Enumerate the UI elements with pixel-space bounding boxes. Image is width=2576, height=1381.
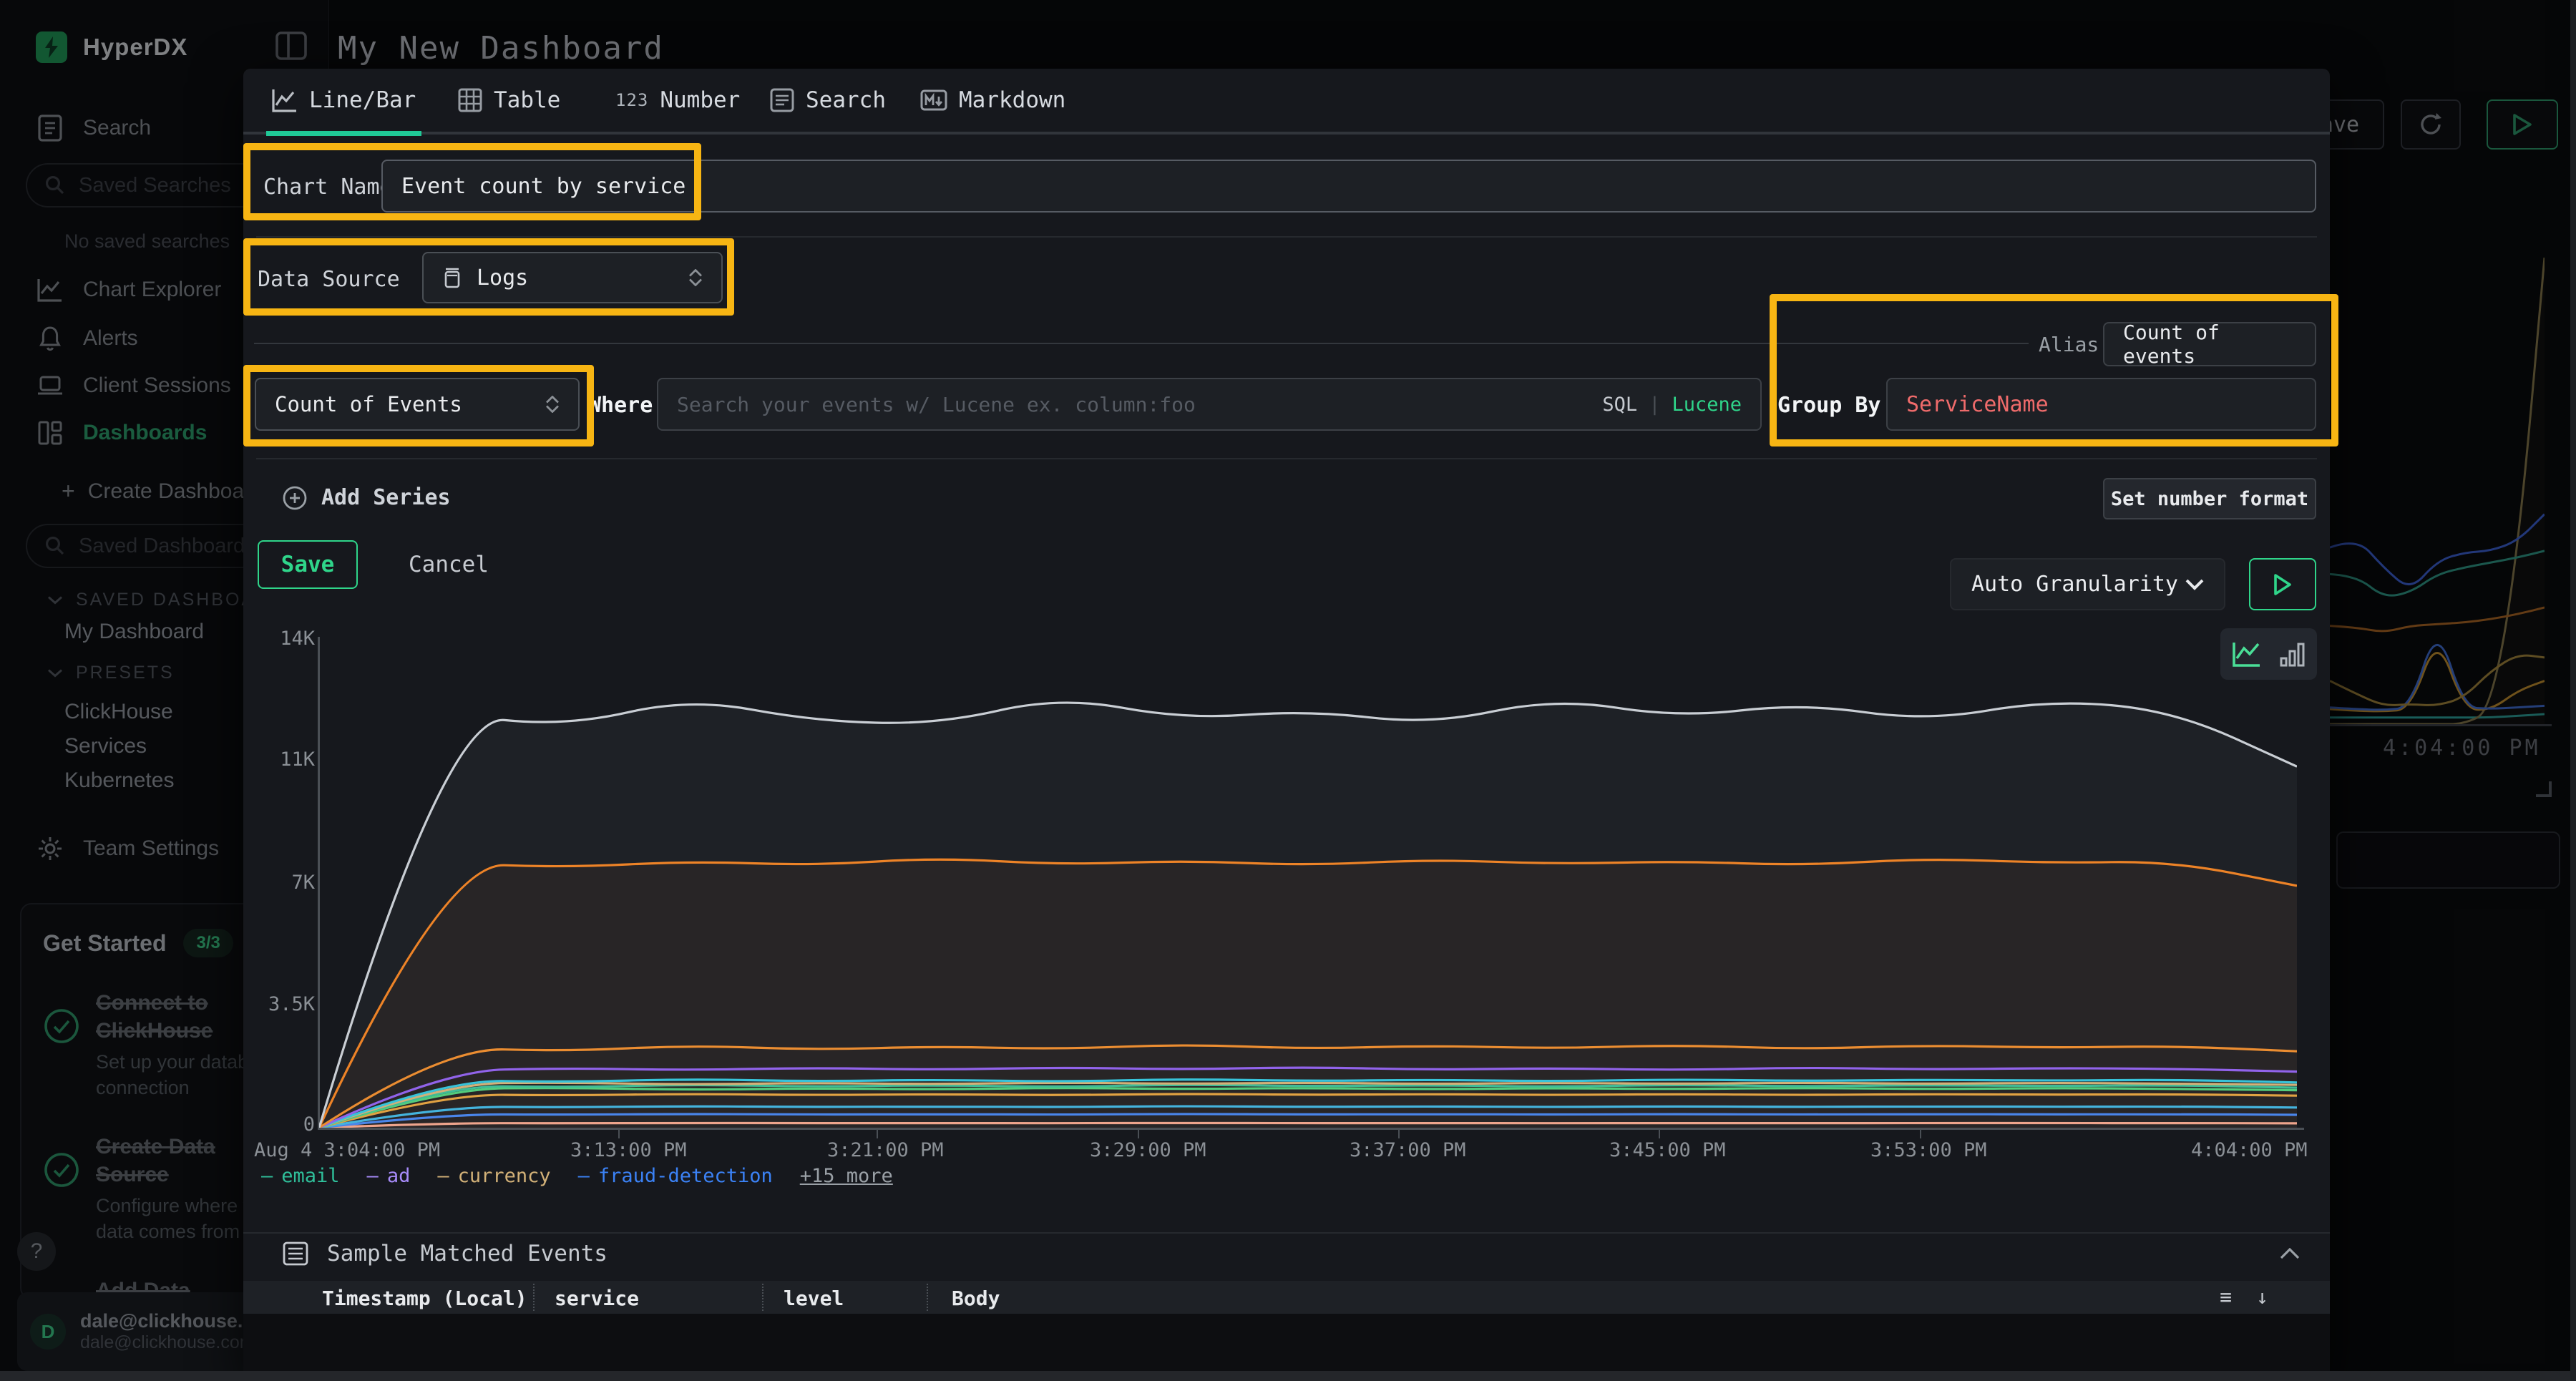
x-tick xyxy=(1398,1130,1400,1138)
cancel-button[interactable]: Cancel xyxy=(402,540,495,589)
x-tick xyxy=(877,1130,878,1138)
y-tick-label: 3.5K xyxy=(250,993,315,1015)
where-placeholder: Search your events w/ Lucene ex. column:… xyxy=(677,393,1196,416)
where-label: Where xyxy=(588,393,653,418)
legend-dash: — xyxy=(578,1165,590,1187)
y-tick-label: 7K xyxy=(250,872,315,894)
list-doc-icon xyxy=(770,88,794,112)
column-separator[interactable] xyxy=(533,1284,535,1311)
legend-item[interactable]: — email xyxy=(261,1165,340,1187)
markdown-icon xyxy=(920,89,947,111)
column-header[interactable]: Body xyxy=(952,1287,1000,1310)
x-tick-label: 3:29:00 PM xyxy=(1090,1139,1206,1161)
bar-chart-icon xyxy=(2278,640,2307,668)
x-tick-label: 3:13:00 PM xyxy=(570,1139,687,1161)
legend-dash: — xyxy=(367,1165,379,1187)
line-chart-icon xyxy=(272,88,298,112)
divider xyxy=(256,236,2317,238)
x-tick-label: 3:21:00 PM xyxy=(827,1139,944,1161)
table-icon xyxy=(458,88,482,112)
column-header[interactable]: level xyxy=(784,1287,844,1310)
x-tick-label: 4:04:00 PM xyxy=(2191,1139,2308,1161)
divider xyxy=(256,458,2317,459)
horizontal-scrollbar[interactable] xyxy=(0,1371,2576,1381)
divider xyxy=(243,1232,2330,1234)
column-header[interactable]: service xyxy=(555,1287,639,1310)
x-axis xyxy=(318,1128,2304,1130)
y-tick-label: 11K xyxy=(250,748,315,771)
tab-markdown[interactable]: Markdown xyxy=(920,69,1065,132)
play-icon xyxy=(2272,572,2293,597)
vertical-scrollbar[interactable] xyxy=(2570,0,2576,1381)
x-tick-label: 3:53:00 PM xyxy=(1870,1139,1987,1161)
download-icon[interactable]: ↓ xyxy=(2256,1285,2268,1309)
add-series-button[interactable]: Add Series xyxy=(283,485,451,510)
chevron-down-icon xyxy=(2185,579,2204,590)
x-tick-label: 3:45:00 PM xyxy=(1609,1139,1726,1161)
legend-dash: — xyxy=(437,1165,449,1187)
legend-item[interactable]: — fraud-detection xyxy=(578,1165,773,1187)
chart-display-toggle[interactable] xyxy=(2220,628,2317,680)
main-chart[interactable] xyxy=(319,637,2297,1128)
y-tick-label: 0 xyxy=(250,1113,315,1136)
tab-table[interactable]: Table xyxy=(458,69,560,132)
x-tick xyxy=(1659,1130,1660,1138)
y-tick-label: 14K xyxy=(250,628,315,650)
plus-circle-icon xyxy=(283,486,307,510)
chart-legend: — email — ad — currency — fraud-detectio… xyxy=(261,1165,893,1187)
annotation-box-group-by xyxy=(1770,294,2338,446)
legend-item[interactable]: — currency xyxy=(437,1165,550,1187)
where-input[interactable]: Search your events w/ Lucene ex. column:… xyxy=(657,378,1762,431)
tab-search[interactable]: Search xyxy=(770,69,886,132)
annotation-box-aggregation xyxy=(243,365,594,446)
legend-more-link[interactable]: +15 more xyxy=(800,1165,893,1187)
column-header[interactable]: Timestamp (Local) xyxy=(322,1287,527,1310)
x-tick xyxy=(1920,1130,1921,1138)
list-icon xyxy=(283,1241,308,1266)
number-123-icon: 123 xyxy=(615,90,648,110)
row-density-icon[interactable]: ≡ xyxy=(2220,1285,2232,1309)
mode-separator: | xyxy=(1649,394,1660,416)
annotation-box-data-source xyxy=(243,238,734,316)
column-separator[interactable] xyxy=(762,1284,763,1311)
sample-events-table-header: Timestamp (Local) service level Body ≡ ↓ xyxy=(243,1281,2330,1314)
tab-line-bar[interactable]: Line/Bar xyxy=(272,69,416,132)
save-button[interactable]: Save xyxy=(258,540,358,589)
x-tick-label: Aug 4 3:04:00 PM xyxy=(254,1139,440,1161)
tab-number[interactable]: 123 Number xyxy=(615,69,740,132)
x-tick-label: 3:37:00 PM xyxy=(1350,1139,1466,1161)
set-number-format-button[interactable]: Set number format xyxy=(2103,478,2316,519)
legend-item[interactable]: — ad xyxy=(367,1165,411,1187)
column-separator[interactable] xyxy=(927,1284,928,1311)
sample-events-header[interactable]: Sample Matched Events xyxy=(283,1241,608,1267)
x-tick xyxy=(1138,1130,1139,1138)
chart-type-tabbar: Line/Bar Table 123 Number Search Markdow… xyxy=(243,69,2330,135)
line-chart-icon xyxy=(2231,640,2263,668)
annotation-box-chart-name xyxy=(243,143,701,220)
granularity-select[interactable]: Auto Granularity xyxy=(1950,558,2225,610)
series-divider xyxy=(254,343,2029,344)
lucene-mode-button[interactable]: Lucene xyxy=(1672,394,1742,416)
sql-mode-button[interactable]: SQL xyxy=(1602,394,1637,416)
run-query-button[interactable] xyxy=(2249,558,2316,610)
x-tick xyxy=(618,1130,620,1138)
legend-dash: — xyxy=(261,1165,273,1187)
collapse-chevron-icon[interactable] xyxy=(2280,1248,2300,1259)
